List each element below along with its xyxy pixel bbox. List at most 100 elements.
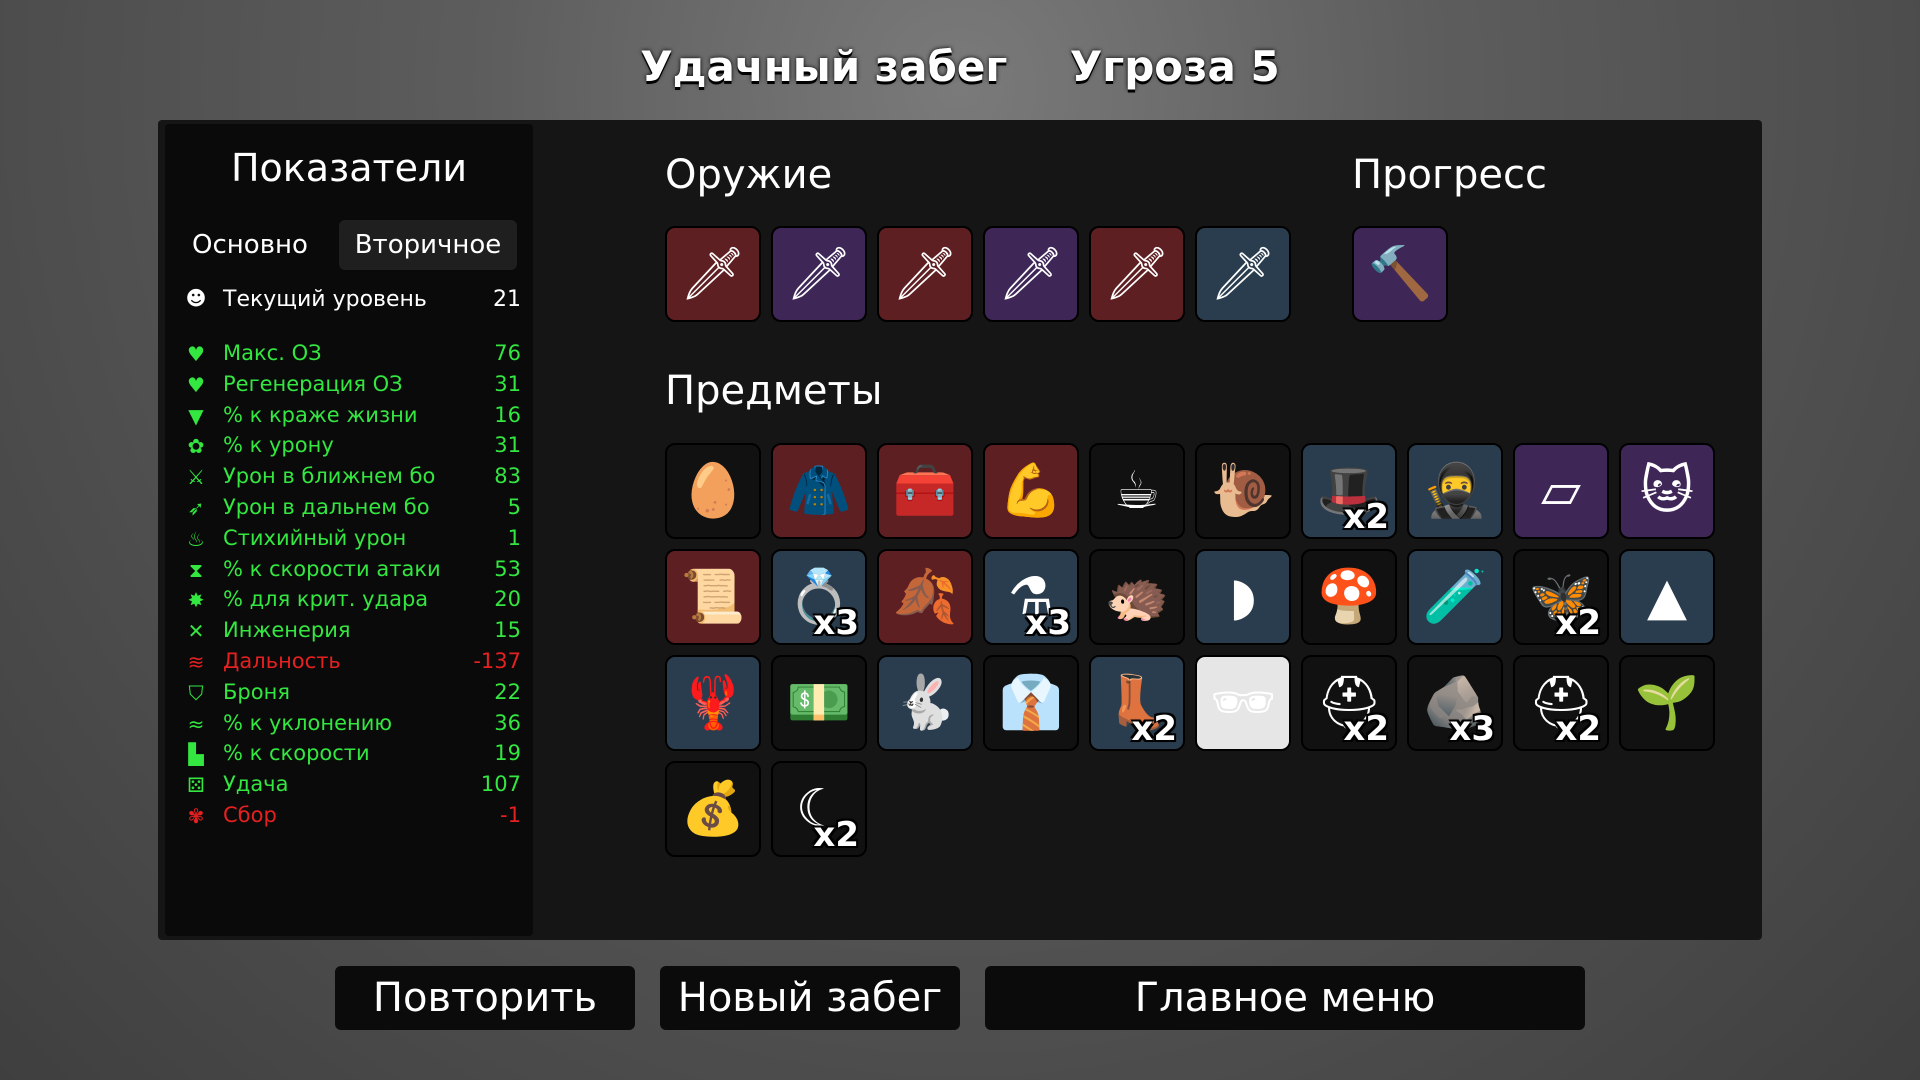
item-slot[interactable]: 🦞 [665,655,761,751]
stat-row: ▙ % к скорости 19 [183,738,521,769]
item-slot[interactable]: 🦔 [1089,549,1185,645]
stat-row: ≋ Дальность -137 [183,646,521,677]
item-count: x3 [1449,709,1495,749]
stat-label: % к краже жизни [223,402,418,427]
stat-label: Регенерация ОЗ [223,371,403,396]
item-slot[interactable]: 🥚 [665,443,761,539]
item-count: x2 [1555,709,1601,749]
item-slot[interactable]: 💪 [983,443,1079,539]
danger-level-label: Угроза 5 [1069,42,1280,91]
plaid-shirt-icon: 👔 [998,673,1064,733]
sword-icon: 🗡 [785,244,852,304]
item-slot[interactable]: 👢 x2 [1089,655,1185,751]
item-slot[interactable]: 💍 x3 [771,549,867,645]
weapon-slot[interactable]: 🗡 [983,226,1079,322]
item-slot[interactable]: ☾ x2 [771,761,867,857]
tab-primary-stats[interactable]: Основно [175,220,325,270]
item-slot[interactable]: 👔 [983,655,1079,751]
run-title: Удачный забег Угроза 5 [0,42,1920,91]
stat-row: ➶ Урон в дальнем бо 5 [183,492,521,523]
sword-icon: 🗡 [997,244,1064,304]
level-up-icon: ☻ [185,286,207,310]
stats-panel: Показатели Основно Вторичное ☻ Текущий у… [165,124,533,936]
stats-title: Показатели [230,146,468,190]
item-slot[interactable]: 🪨 x3 [1407,655,1503,751]
item-slot[interactable]: 🐇 [877,655,973,751]
item-slot[interactable]: ⚗ x3 [983,549,1079,645]
item-slot[interactable]: ▲ [1619,549,1715,645]
item-count: x2 [1555,603,1601,643]
rainbow-leaf-icon: 🍂 [892,567,958,627]
blade-shard-icon: ◗ [1229,567,1257,627]
hourglass-icon: ⧗ [188,557,204,582]
weapon-slot[interactable]: 🗡 [771,226,867,322]
stat-value: 22 [494,679,521,704]
item-slot[interactable]: 🍄 [1301,549,1397,645]
hammer-icon: 🔨 [1367,244,1433,304]
item-slot[interactable]: 🥷 [1407,443,1503,539]
item-count: x3 [1025,603,1071,643]
stat-row: ♥ Регенерация ОЗ 31 [183,369,521,400]
item-slot[interactable]: 🐱 [1619,443,1715,539]
stat-value: 76 [494,341,521,365]
weapon-slot[interactable]: 🗡 [877,226,973,322]
new-run-button[interactable]: Новый забег [660,966,960,1030]
items-title: Предметы [665,368,883,414]
wrench-cross-icon: ✕ [187,619,205,644]
stat-value: -1 [500,802,521,827]
stat-label: % к уклонению [223,710,393,735]
item-slot[interactable]: ▱ [1513,443,1609,539]
stat-label: % для крит. удара [223,587,429,612]
stat-row: ♨ Стихийный урон 1 [183,523,521,554]
item-slot[interactable]: 🧪 [1407,549,1503,645]
item-slot[interactable]: ◗ [1195,549,1291,645]
stat-value: 16 [494,402,521,427]
item-slot[interactable]: 💵 [771,655,867,751]
item-slot[interactable]: 🦋 x2 [1513,549,1609,645]
stat-row: ✿ % к урону 31 [183,430,521,461]
red-hoodie-icon: 🧥 [786,461,852,521]
heart-icon: ♥ [187,342,205,366]
item-slot[interactable]: ☕ [1089,443,1185,539]
item-slot[interactable]: 🕶 [1195,655,1291,751]
item-slot[interactable]: ⛑ x2 [1301,655,1397,751]
progress-slot[interactable]: 🔨 [1352,226,1448,322]
item-slot[interactable]: 🧰 [877,443,973,539]
item-slot[interactable]: 🎩 x2 [1301,443,1397,539]
arm-icon: 💪 [998,461,1064,521]
item-count: x3 [813,603,859,643]
retry-button[interactable]: Повторить [335,966,635,1030]
run-result-label: Удачный забег [640,42,1008,91]
item-slot[interactable]: 🍂 [877,549,973,645]
whetstone-icon: ▱ [1541,461,1581,521]
item-slot[interactable]: ⛑ x2 [1513,655,1609,751]
weapon-slot[interactable]: 🗡 [665,226,761,322]
stat-label: Стихийный урон [223,525,407,550]
stat-value: 19 [494,741,521,766]
hedgehog-icon: 🦔 [1104,567,1170,627]
stat-row: ▼ % к краже жизни 16 [183,400,521,431]
medkit-icon: 🧰 [892,461,958,521]
item-slot[interactable]: 🐌 [1195,443,1291,539]
item-slot[interactable]: 💰 [665,761,761,857]
item-count: x2 [1131,709,1177,749]
item-slot[interactable]: 📜 [665,549,761,645]
main-menu-button[interactable]: Главное меню [985,966,1585,1030]
stat-label: Удача [223,772,289,797]
item-slot[interactable]: 🌱 [1619,655,1715,751]
sack-icon: 💰 [680,779,746,839]
harvest-wheat-icon: ✾ [187,803,205,828]
dice-icon: ⚄ [187,773,205,798]
stat-list: ♥ Макс. ОЗ 76 ♥ Регенерация ОЗ 31 ▼ % к краже ж… [183,338,521,831]
coffee-cup-icon: ☕ [1113,461,1161,521]
item-slot[interactable]: 🧥 [771,443,867,539]
stat-value: 31 [494,433,521,458]
stat-row: ≈ % к уклонению 36 [183,708,521,739]
sword-icon: ⚔ [187,465,205,490]
weapons-title: Оружие [665,152,833,198]
stat-row: ⧗ % к скорости атаки 53 [183,554,521,585]
weapon-slot[interactable]: 🗡 [1195,226,1291,322]
weapon-slot[interactable]: 🗡 [1089,226,1185,322]
sword-icon: 🗡 [679,244,746,304]
tab-secondary-stats[interactable]: Вторичное [339,220,517,270]
